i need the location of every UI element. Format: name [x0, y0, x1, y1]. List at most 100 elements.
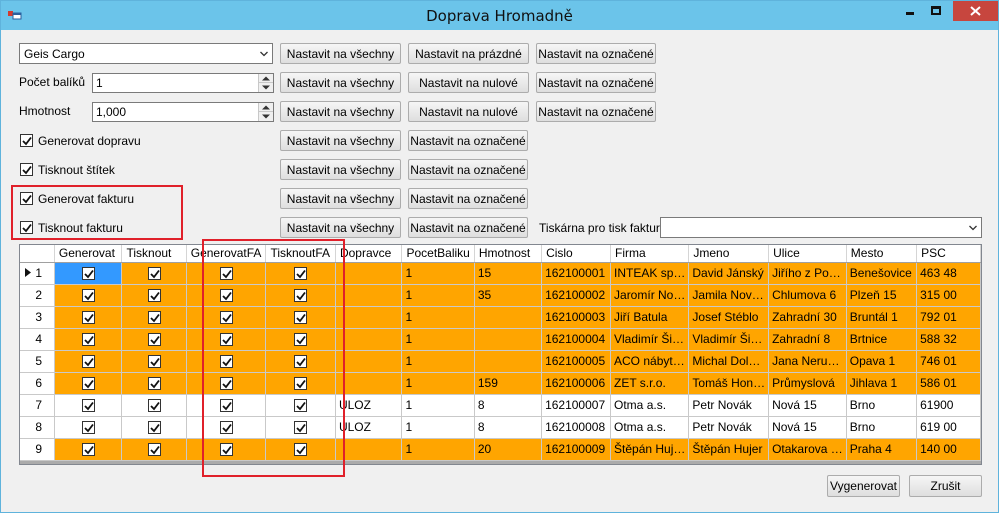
weight-set-marked-button[interactable]: Nastavit na označené: [536, 101, 656, 122]
table-cell-checkbox[interactable]: [121, 350, 187, 373]
column-header[interactable]: Mesto: [846, 245, 918, 263]
table-cell[interactable]: [474, 306, 543, 329]
table-cell[interactable]: Štěpán Huj…: [610, 438, 690, 461]
column-header[interactable]: PocetBaliku: [401, 245, 475, 263]
table-cell-checkbox[interactable]: [54, 262, 123, 285]
table-cell[interactable]: 15: [474, 262, 543, 285]
package-count-stepper[interactable]: 1: [92, 73, 274, 93]
package-set-all-button[interactable]: Nastavit na všechny: [280, 72, 401, 93]
table-cell[interactable]: Brno: [846, 394, 918, 417]
table-cell[interactable]: Otakarova …: [768, 438, 847, 461]
table-cell-checkbox[interactable]: [54, 284, 123, 307]
table-cell-checkbox[interactable]: [121, 416, 187, 439]
maximize-button[interactable]: [923, 1, 949, 21]
column-header[interactable]: Hmotnost: [474, 245, 543, 263]
table-cell[interactable]: 8: [474, 416, 543, 439]
table-cell-checkbox[interactable]: [121, 306, 187, 329]
table-cell-checkbox[interactable]: [121, 372, 187, 395]
table-row[interactable]: 3 1 162100003 Jiří Batula Josef Stéblo Zahrad…: [20, 306, 981, 329]
cell-checkbox[interactable]: [81, 399, 95, 413]
table-cell[interactable]: ULOZ: [335, 416, 403, 439]
table-cell[interactable]: Opava 1: [846, 350, 918, 373]
cell-checkbox[interactable]: [81, 443, 95, 457]
table-cell[interactable]: [335, 262, 403, 285]
invoice-printer-dropdown[interactable]: [660, 217, 982, 238]
row-header[interactable]: 3: [20, 306, 55, 329]
table-cell[interactable]: Jiří Batula: [610, 306, 690, 329]
table-cell[interactable]: David Jánský: [688, 262, 770, 285]
table-cell[interactable]: 35: [474, 284, 543, 307]
print-invoice-set-all-button[interactable]: Nastavit na všechny: [280, 217, 401, 238]
row-header[interactable]: 2: [20, 284, 55, 307]
table-cell[interactable]: [335, 306, 403, 329]
table-cell[interactable]: 162100004: [541, 328, 612, 351]
column-header[interactable]: PSC: [916, 245, 981, 263]
table-cell[interactable]: 1: [401, 262, 475, 285]
cancel-button[interactable]: Zrušit: [909, 475, 982, 497]
title-bar[interactable]: Doprava Hromadně: [1, 1, 998, 30]
cell-checkbox[interactable]: [81, 355, 95, 369]
table-row[interactable]: 4 1 162100004 Vladimír Ši… Vladimír Ši… Zahra…: [20, 328, 981, 351]
table-cell[interactable]: [335, 284, 403, 307]
table-cell[interactable]: 1: [401, 438, 475, 461]
table-cell[interactable]: 1: [401, 328, 475, 351]
table-cell-checkbox[interactable]: [121, 394, 187, 417]
table-cell[interactable]: 586 01: [916, 372, 981, 395]
table-cell[interactable]: Nová 15: [768, 416, 847, 439]
table-cell[interactable]: 140 00: [916, 438, 981, 461]
transport-set-marked-button[interactable]: Nastavit na označené: [408, 130, 528, 151]
table-cell[interactable]: Jaromír No…: [610, 284, 690, 307]
table-cell[interactable]: 1: [401, 306, 475, 329]
table-row[interactable]: 1 1 15 162100001 INTEAK sp… David Jánský Jiříh…: [20, 262, 981, 285]
package-set-marked-button[interactable]: Nastavit na označené: [536, 72, 656, 93]
cell-checkbox[interactable]: [81, 421, 95, 435]
cell-checkbox[interactable]: [147, 355, 161, 369]
table-cell[interactable]: Praha 4: [846, 438, 918, 461]
row-header[interactable]: 1: [20, 262, 55, 285]
cell-checkbox[interactable]: [81, 377, 95, 391]
table-cell[interactable]: 162100009: [541, 438, 612, 461]
generate-transport-checkbox[interactable]: [20, 134, 33, 147]
table-cell[interactable]: Vladimír Ši…: [610, 328, 690, 351]
table-cell[interactable]: ACO nábyt…: [610, 350, 690, 373]
package-count-down[interactable]: [259, 83, 273, 92]
table-row[interactable]: 6 1 159 162100006 ZET s.r.o. Tomáš Hon… Průmys…: [20, 372, 981, 395]
table-cell[interactable]: 159: [474, 372, 543, 395]
table-cell-checkbox[interactable]: [54, 372, 123, 395]
carrier-set-marked-button[interactable]: Nastavit na označené: [536, 43, 656, 64]
table-cell[interactable]: 315 00: [916, 284, 981, 307]
table-cell[interactable]: Plzeň 15: [846, 284, 918, 307]
table-cell[interactable]: Jamila Nov…: [688, 284, 770, 307]
table-cell[interactable]: Bruntál 1: [846, 306, 918, 329]
cell-checkbox[interactable]: [147, 289, 161, 303]
table-cell[interactable]: [335, 372, 403, 395]
column-header[interactable]: Ulice: [768, 245, 847, 263]
column-header[interactable]: Dopravce: [335, 245, 403, 263]
carrier-dropdown[interactable]: Geis Cargo: [19, 43, 273, 64]
table-cell[interactable]: 1: [401, 372, 475, 395]
cell-checkbox[interactable]: [147, 311, 161, 325]
table-cell[interactable]: 162100003: [541, 306, 612, 329]
cell-checkbox[interactable]: [81, 289, 95, 303]
cell-checkbox[interactable]: [81, 333, 95, 347]
cell-checkbox[interactable]: [147, 443, 161, 457]
table-cell[interactable]: 162100002: [541, 284, 612, 307]
carrier-set-empty-button[interactable]: Nastavit na prázdné: [408, 43, 529, 64]
label-set-marked-button[interactable]: Nastavit na označené: [408, 159, 528, 180]
table-cell[interactable]: [474, 328, 543, 351]
weight-down[interactable]: [259, 112, 273, 121]
table-cell[interactable]: 1: [401, 394, 475, 417]
column-header[interactable]: Cislo: [541, 245, 612, 263]
table-row[interactable]: 2 1 35 162100002 Jaromír No… Jamila Nov… Chlum…: [20, 284, 981, 307]
transport-set-all-button[interactable]: Nastavit na všechny: [280, 130, 401, 151]
table-cell[interactable]: Jana Neru…: [768, 350, 847, 373]
table-cell[interactable]: 8: [474, 394, 543, 417]
table-cell[interactable]: Michal Dol…: [688, 350, 770, 373]
table-cell[interactable]: Petr Novák: [688, 416, 770, 439]
table-cell-checkbox[interactable]: [54, 394, 123, 417]
row-header[interactable]: 4: [20, 328, 55, 351]
table-cell[interactable]: Štěpán Hujer: [688, 438, 770, 461]
table-cell[interactable]: 162100006: [541, 372, 612, 395]
table-cell[interactable]: 1: [401, 284, 475, 307]
table-cell[interactable]: 1: [401, 350, 475, 373]
